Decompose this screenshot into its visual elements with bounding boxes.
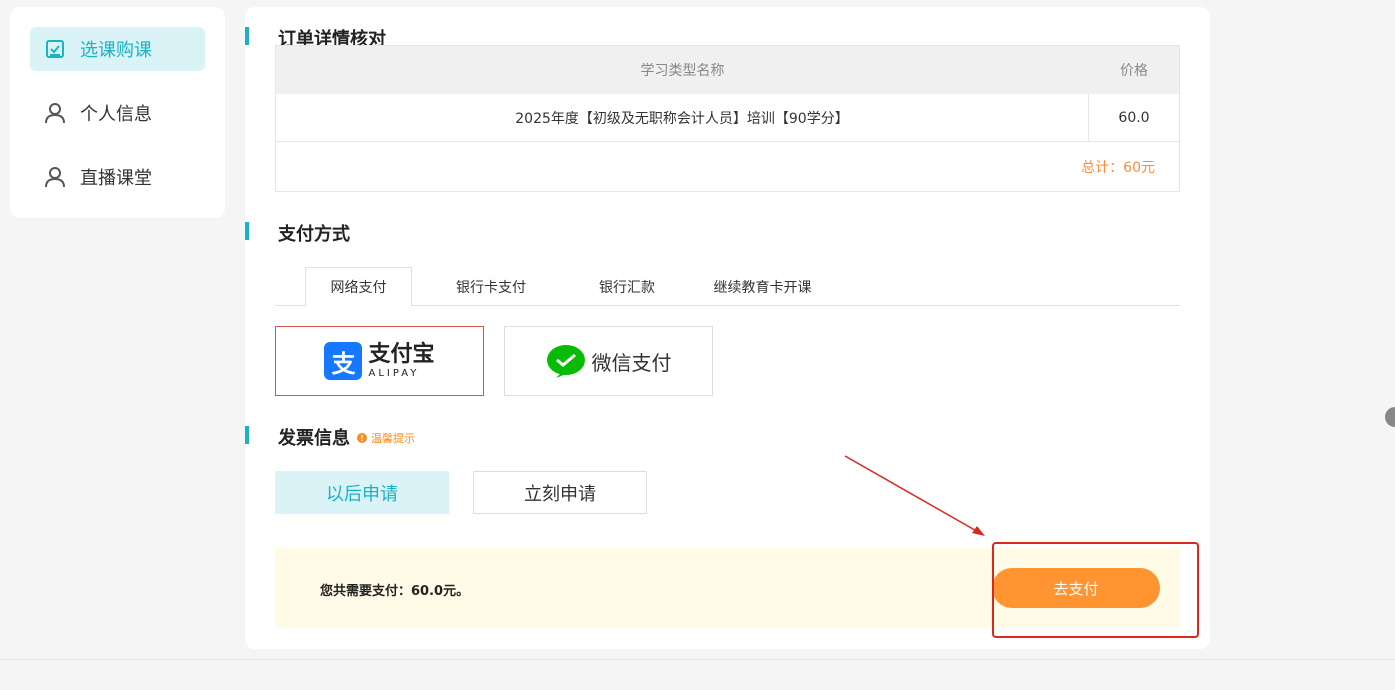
highlight-box — [992, 542, 1199, 638]
footer-divider — [0, 659, 1395, 660]
